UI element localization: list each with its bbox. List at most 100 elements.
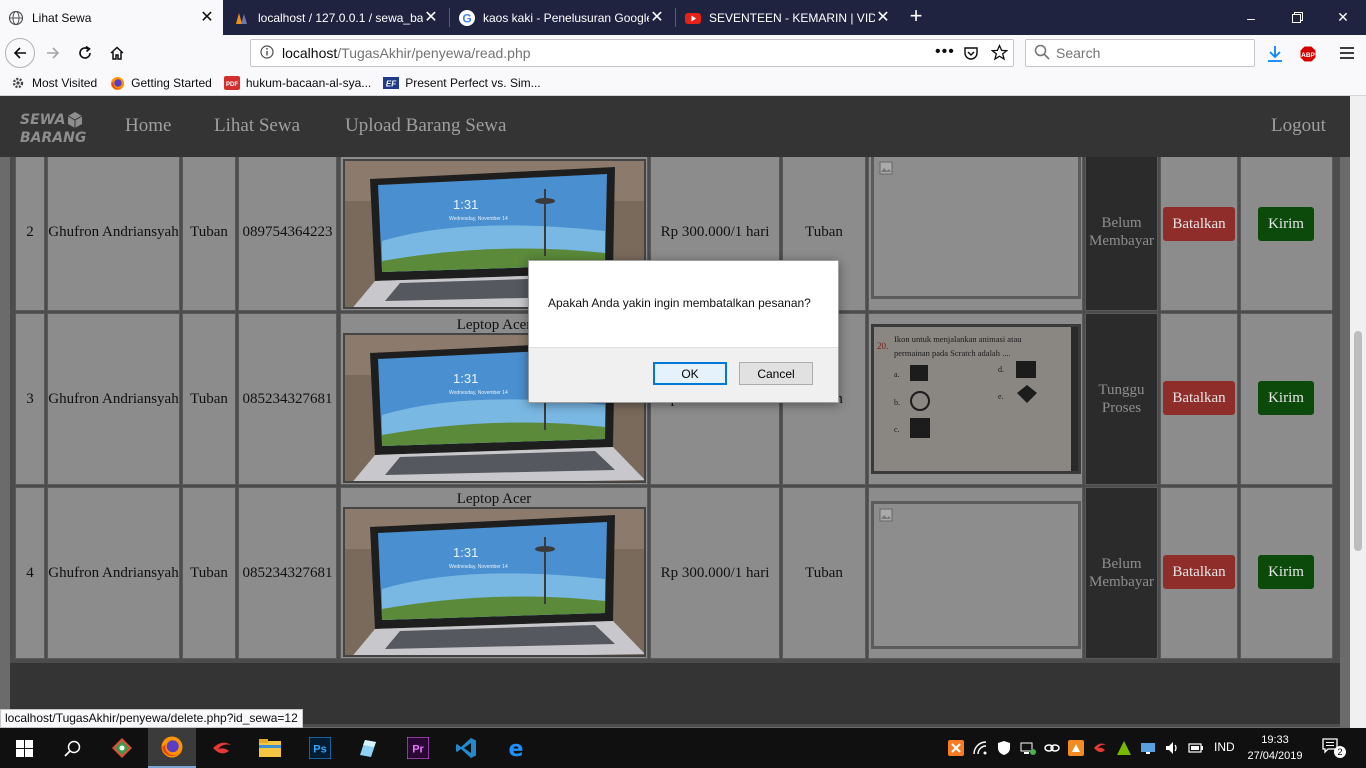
nav-logout-link[interactable]: Logout: [1271, 115, 1326, 137]
cell-status: Belum Membayar: [1085, 487, 1158, 659]
kirim-button[interactable]: Kirim: [1258, 207, 1314, 241]
cell-status: Tunggu Proses: [1085, 313, 1158, 485]
page-actions-icon[interactable]: •••: [935, 43, 955, 61]
batalkan-button[interactable]: Batalkan: [1163, 207, 1235, 241]
scrollbar-thumb[interactable]: [1354, 331, 1362, 551]
restore-button[interactable]: [1274, 0, 1320, 35]
battery-tray-icon[interactable]: [1188, 740, 1204, 756]
red-app-tray-icon[interactable]: [1092, 740, 1108, 756]
app-taskbar-red[interactable]: [198, 728, 246, 768]
taskbar-clock[interactable]: 19:33 27/04/2019: [1240, 732, 1310, 764]
svg-text:PDF: PDF: [226, 82, 238, 88]
site-logo[interactable]: SEWA BARANG: [18, 106, 90, 146]
url-host: localhost: [282, 45, 338, 61]
app-taskbar-glass[interactable]: [344, 728, 392, 768]
nvidia-tray-icon[interactable]: [1116, 740, 1132, 756]
close-window-button[interactable]: ✕: [1320, 0, 1366, 35]
close-tab-icon[interactable]: ✕: [649, 9, 665, 26]
tab-separator: [675, 8, 676, 27]
premiere-taskbar[interactable]: Pr: [394, 728, 442, 768]
tab-separator: [449, 8, 450, 27]
bookmark-star-icon[interactable]: [990, 44, 1009, 64]
search-input[interactable]: [1056, 45, 1236, 61]
kirim-button[interactable]: Kirim: [1258, 381, 1314, 415]
bookmark-hukum-bacaan[interactable]: PDF hukum-bacaan-al-sya...: [223, 75, 371, 91]
kirim-button[interactable]: Kirim: [1258, 555, 1314, 589]
search-bar[interactable]: [1025, 39, 1255, 67]
url-text[interactable]: localhost/TugasAkhir/penyewa/read.php: [282, 45, 531, 61]
start-button[interactable]: [0, 728, 48, 768]
bookmark-present-perfect[interactable]: EF Present Perfect vs. Sim...: [383, 75, 541, 91]
svg-text:SEWA: SEWA: [20, 112, 65, 128]
forward-button[interactable]: [38, 38, 68, 68]
svg-text:20.: 20.: [877, 341, 888, 351]
batalkan-button[interactable]: Batalkan: [1163, 381, 1235, 415]
google-icon: G: [459, 9, 475, 26]
search-taskbar-button[interactable]: [48, 728, 96, 768]
display-tray-icon[interactable]: [1140, 740, 1156, 756]
nav-home-link[interactable]: Home: [125, 115, 171, 137]
svg-text:EF: EF: [386, 80, 397, 89]
edge-taskbar[interactable]: e: [492, 728, 540, 768]
adblock-plus-icon[interactable]: ABP: [1299, 45, 1317, 66]
tab-title: localhost / 127.0.0.1 / sewa_bar: [258, 10, 423, 25]
item-name: Leptop Acer: [456, 491, 532, 507]
info-icon[interactable]: [260, 44, 274, 62]
tab-youtube[interactable]: SEVENTEEN - KEMARIN | VIDEO ✕: [677, 0, 899, 35]
laptop-photo: 1:31 Wednesday, November 14: [343, 507, 646, 657]
network-tray-icon[interactable]: [1020, 740, 1036, 756]
app-orange-tray-icon[interactable]: [1068, 740, 1084, 756]
svg-text:Pr: Pr: [412, 744, 424, 756]
svg-text:Wednesday, November 14: Wednesday, November 14: [449, 390, 508, 396]
menu-icon[interactable]: [1339, 45, 1355, 64]
tab-phpmyadmin[interactable]: localhost / 127.0.0.1 / sewa_bar ✕: [226, 0, 447, 35]
item-name: Leptop Acer: [456, 317, 532, 333]
svg-text:Ikon untuk menjalankan animasi: Ikon untuk menjalankan animasi atau: [894, 334, 1022, 344]
notification-count: 2: [1334, 746, 1346, 758]
language-indicator[interactable]: IND: [1214, 740, 1235, 754]
pocket-icon[interactable]: [963, 45, 979, 64]
defender-tray-icon[interactable]: [996, 740, 1012, 756]
ef-icon: EF: [383, 75, 400, 91]
back-button[interactable]: [5, 38, 35, 68]
svg-text:e.: e.: [998, 392, 1004, 401]
dialog-footer: OK Cancel: [529, 347, 838, 402]
folder-icon: [259, 739, 281, 757]
bookmark-most-visited[interactable]: Most Visited: [10, 75, 97, 91]
xampp-tray-icon[interactable]: [948, 740, 964, 756]
close-tab-icon[interactable]: ✕: [423, 9, 439, 26]
cell-city: Tuban: [182, 487, 236, 659]
close-tab-icon[interactable]: ✕: [875, 9, 891, 26]
vscode-taskbar[interactable]: [442, 728, 490, 768]
action-center-button[interactable]: 2: [1322, 738, 1346, 758]
minimize-button[interactable]: –: [1228, 0, 1274, 35]
svg-text:d.: d.: [998, 365, 1004, 374]
wifi-tray-icon[interactable]: [972, 740, 988, 756]
tab-lihat-sewa[interactable]: Lihat Sewa ✕: [0, 0, 223, 35]
download-icon[interactable]: [1267, 45, 1283, 66]
svg-text:Ps: Ps: [313, 744, 326, 756]
page-scrollbar[interactable]: [1350, 96, 1366, 728]
broken-image-icon: [879, 161, 893, 180]
file-explorer-taskbar[interactable]: [246, 728, 294, 768]
volume-tray-icon[interactable]: [1164, 740, 1180, 756]
bookmark-getting-started[interactable]: Getting Started: [109, 75, 212, 91]
url-bar[interactable]: localhost/TugasAkhir/penyewa/read.php ••…: [250, 39, 1014, 67]
cell-proof: [868, 153, 1083, 311]
nav-upload-link[interactable]: Upload Barang Sewa: [345, 115, 506, 137]
photoshop-taskbar[interactable]: Ps: [296, 728, 344, 768]
link-tray-icon[interactable]: [1044, 740, 1060, 756]
home-button[interactable]: [102, 38, 132, 68]
new-tab-button[interactable]: +: [903, 4, 929, 30]
dialog-ok-button[interactable]: OK: [653, 362, 727, 385]
close-tab-icon[interactable]: ✕: [199, 9, 215, 26]
svg-text:a.: a.: [894, 370, 900, 379]
dialog-cancel-button[interactable]: Cancel: [739, 362, 813, 385]
cell-location: Tuban: [782, 487, 866, 659]
tab-google[interactable]: G kaos kaki - Penelusuran Google ✕: [451, 0, 673, 35]
nav-lihat-sewa-link[interactable]: Lihat Sewa: [214, 115, 300, 137]
batalkan-button[interactable]: Batalkan: [1163, 555, 1235, 589]
firefox-taskbar[interactable]: [148, 728, 196, 768]
git-kraken-taskbar[interactable]: [98, 728, 146, 768]
reload-button[interactable]: [70, 38, 100, 68]
